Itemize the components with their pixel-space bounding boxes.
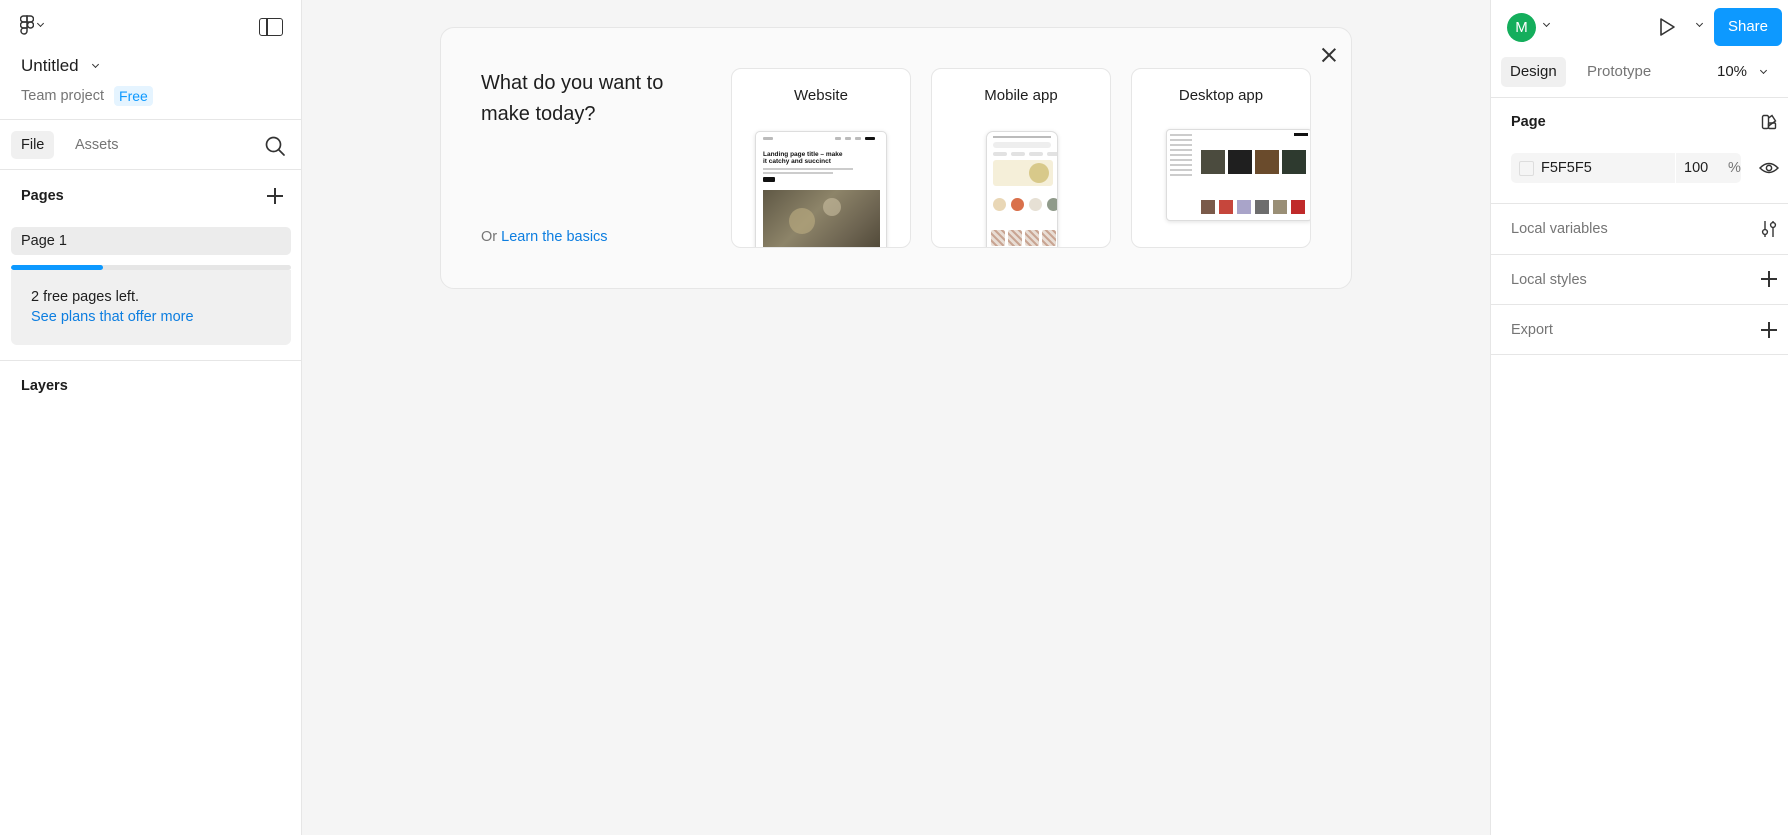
sidebar-tabs: File Assets bbox=[0, 120, 301, 170]
chevron-down-icon bbox=[36, 19, 45, 28]
color-swatch[interactable] bbox=[1519, 161, 1534, 176]
card-label: Desktop app bbox=[1178, 87, 1264, 104]
file-name: Untitled bbox=[21, 56, 79, 75]
tab-design[interactable]: Design bbox=[1501, 57, 1566, 87]
tab-prototype[interactable]: Prototype bbox=[1578, 57, 1660, 87]
figma-logo-icon bbox=[20, 15, 34, 35]
page-color-field[interactable]: F5F5F5 100 % bbox=[1511, 153, 1741, 183]
chevron-down-icon[interactable] bbox=[1542, 19, 1551, 28]
thumbnail-image bbox=[763, 190, 880, 247]
opacity-value[interactable]: 100 bbox=[1675, 153, 1708, 183]
website-thumbnail: Landing page title – make it catchy and … bbox=[755, 131, 887, 247]
avatar[interactable]: M bbox=[1507, 13, 1536, 42]
divider bbox=[1491, 203, 1788, 204]
close-icon[interactable] bbox=[1320, 46, 1338, 64]
card-label: Website bbox=[794, 87, 848, 104]
add-style-icon[interactable] bbox=[1761, 271, 1777, 287]
divider bbox=[1491, 304, 1788, 305]
tab-assets[interactable]: Assets bbox=[65, 131, 129, 159]
file-name-menu[interactable]: Untitled bbox=[21, 56, 99, 76]
chevron-down-icon[interactable] bbox=[1695, 19, 1704, 28]
upsell-box: 2 free pages left. See plans that offer … bbox=[11, 270, 291, 345]
page-list-item[interactable]: Page 1 bbox=[11, 227, 291, 255]
desktop-thumbnail bbox=[1166, 129, 1310, 221]
website-template-card[interactable]: Website Landing page title – make it cat… bbox=[731, 68, 911, 248]
main-menu-button[interactable] bbox=[20, 15, 45, 35]
properties-panel: M Share Design Prototype 10% Page F5F5F5… bbox=[1490, 0, 1788, 835]
team-info: Team project Free bbox=[21, 86, 153, 106]
desktop-app-template-card[interactable]: Desktop app bbox=[1131, 68, 1311, 248]
share-button[interactable]: Share bbox=[1714, 8, 1782, 46]
chevron-down-icon bbox=[91, 60, 99, 69]
layers-heading: Layers bbox=[21, 378, 68, 394]
divider bbox=[0, 360, 302, 361]
color-hex[interactable]: F5F5F5 bbox=[1541, 153, 1592, 183]
see-plans-link[interactable]: See plans that offer more bbox=[31, 307, 291, 327]
upsell-text: 2 free pages left. bbox=[31, 289, 140, 305]
chevron-down-icon bbox=[1759, 66, 1768, 74]
divider bbox=[1491, 354, 1788, 355]
get-started-dialog: What do you want to make today? Or Learn… bbox=[440, 27, 1352, 289]
team-name[interactable]: Team project bbox=[21, 88, 104, 104]
zoom-menu[interactable]: 10% bbox=[1717, 63, 1768, 80]
divider bbox=[1491, 97, 1788, 98]
file-header: Untitled Team project Free bbox=[0, 0, 301, 120]
card-label: Mobile app bbox=[984, 87, 1058, 104]
add-page-icon[interactable] bbox=[267, 188, 283, 204]
page-section-title: Page bbox=[1511, 114, 1546, 130]
zoom-level: 10% bbox=[1717, 63, 1748, 80]
learn-basics-link[interactable]: Learn the basics bbox=[501, 229, 607, 245]
sidebar-toggle-icon[interactable] bbox=[259, 18, 283, 36]
tab-file[interactable]: File bbox=[11, 131, 55, 159]
plan-badge[interactable]: Free bbox=[114, 86, 153, 106]
divider bbox=[1491, 254, 1788, 255]
left-sidebar: Untitled Team project Free File Assets P… bbox=[0, 0, 302, 835]
play-icon[interactable] bbox=[1658, 17, 1676, 37]
variables-adjust-icon[interactable] bbox=[1761, 220, 1777, 238]
thumbnail-heading: Landing page title – make it catchy and … bbox=[763, 151, 843, 165]
local-variables-title[interactable]: Local variables bbox=[1511, 221, 1608, 237]
eye-icon[interactable] bbox=[1759, 160, 1779, 176]
opacity-unit: % bbox=[1728, 160, 1741, 176]
search-icon[interactable] bbox=[264, 135, 286, 157]
styles-icon[interactable] bbox=[1761, 114, 1777, 130]
export-title[interactable]: Export bbox=[1511, 322, 1553, 338]
add-export-icon[interactable] bbox=[1761, 322, 1777, 338]
or-text: Or bbox=[481, 229, 498, 245]
mobile-thumbnail bbox=[986, 131, 1058, 247]
pages-heading: Pages bbox=[21, 188, 64, 204]
dialog-question: What do you want to make today? bbox=[481, 72, 664, 125]
learn-basics-line: Or Learn the basics bbox=[481, 229, 608, 245]
local-styles-title[interactable]: Local styles bbox=[1511, 272, 1587, 288]
mobile-app-template-card[interactable]: Mobile app bbox=[931, 68, 1111, 248]
